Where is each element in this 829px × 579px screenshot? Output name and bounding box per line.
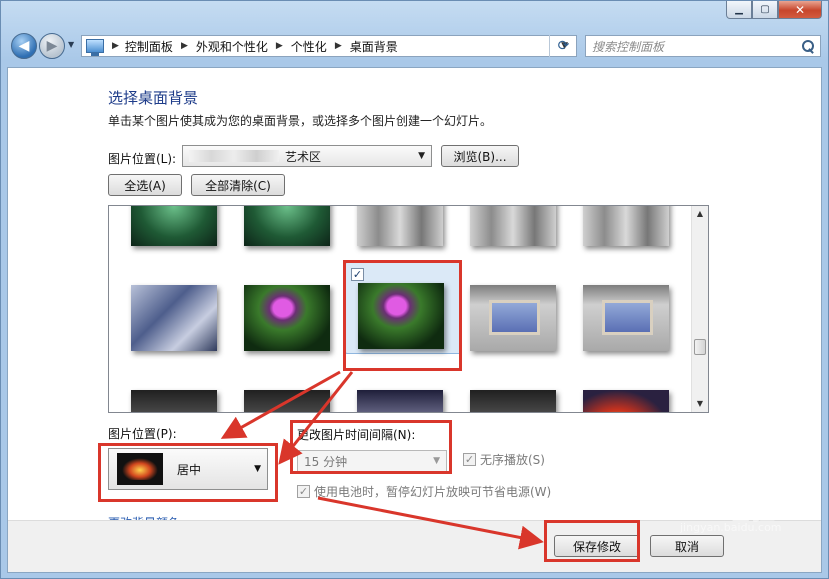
forward-button[interactable]: ▶ — [39, 33, 65, 59]
control-panel-icon — [86, 39, 104, 56]
picture-location-label: 图片位置(L): — [108, 152, 177, 166]
picture-thumbnail[interactable] — [470, 285, 556, 351]
gallery-scrollbar[interactable]: ▲ ▼ — [691, 206, 708, 412]
chevron-right-icon[interactable]: ▶ — [276, 41, 283, 51]
watermark-url: jingyan.baidu.com — [680, 521, 782, 534]
chevron-down-icon: ▼ — [433, 456, 440, 466]
picture-thumbnail[interactable] — [131, 390, 217, 412]
breadcrumb-appearance[interactable]: 外观和个性化 — [196, 38, 268, 55]
address-bar[interactable]: ▶ 控制面板 ▶ 外观和个性化 ▶ 个性化 ▶ 桌面背景 ▼ — [81, 35, 577, 57]
chevron-right-icon[interactable]: ▶ — [112, 41, 119, 51]
breadcrumb-personalization[interactable]: 个性化 — [291, 38, 327, 55]
picture-thumbnail[interactable] — [244, 206, 330, 246]
scroll-up-icon[interactable]: ▲ — [692, 206, 708, 222]
picture-position-value: 居中 — [177, 462, 202, 477]
scroll-down-icon[interactable]: ▼ — [692, 396, 708, 412]
picture-location-value: 艺术区 — [285, 149, 322, 164]
obscured-path — [189, 150, 279, 162]
picture-position-select[interactable]: 居中 ▼ — [108, 448, 268, 490]
position-preview-image — [117, 453, 163, 485]
refresh-icon: ⟳ — [557, 38, 570, 54]
breadcrumb-control-panel[interactable]: 控制面板 — [125, 38, 173, 55]
page-description: 单击某个图片使其成为您的桌面背景，或选择多个图片创建一个幻灯片。 — [108, 114, 493, 128]
interval-label: 更改图片时间间隔(N): — [297, 428, 416, 442]
interval-select[interactable]: 15 分钟 ▼ — [297, 450, 447, 472]
caption-buttons: ▁ ▢ ✕ — [726, 1, 822, 19]
arrow-left-icon: ◀ — [18, 38, 30, 54]
close-button[interactable]: ✕ — [778, 1, 822, 19]
picture-thumbnail-selected[interactable] — [358, 283, 444, 349]
page-title: 选择桌面背景 — [108, 89, 199, 107]
picture-thumbnail[interactable] — [583, 390, 669, 412]
picture-gallery[interactable]: ✓ ▲ ▼ — [108, 205, 709, 413]
select-all-button[interactable]: 全选(A) — [108, 174, 182, 196]
interval-value: 15 分钟 — [304, 454, 348, 469]
chevron-down-icon: ▼ — [254, 464, 261, 474]
battery-checkbox[interactable]: ✓ — [297, 485, 310, 498]
chevron-right-icon[interactable]: ▶ — [335, 41, 342, 51]
picture-thumbnail[interactable] — [244, 285, 330, 351]
battery-label: 使用电池时，暂停幻灯片放映可节省电源(W) — [314, 485, 552, 499]
minimize-button[interactable]: ▁ — [726, 1, 752, 19]
scrollbar-thumb[interactable] — [694, 339, 706, 355]
browse-button[interactable]: 浏览(B)... — [441, 145, 519, 167]
picture-thumbnail[interactable] — [131, 285, 217, 351]
arrow-right-icon: ▶ — [46, 38, 58, 54]
picture-thumbnail[interactable] — [470, 390, 556, 412]
picture-thumbnail[interactable] — [583, 206, 669, 246]
cancel-button[interactable]: 取消 — [650, 535, 724, 557]
picture-thumbnail[interactable] — [470, 206, 556, 246]
search-input[interactable]: 搜索控制面板 — [592, 38, 664, 55]
save-changes-button[interactable]: 保存修改 — [554, 535, 640, 557]
shuffle-checkbox[interactable]: ✓ — [463, 453, 476, 466]
clear-all-button[interactable]: 全部清除(C) — [191, 174, 285, 196]
maximize-button[interactable]: ▢ — [752, 1, 778, 19]
chevron-right-icon[interactable]: ▶ — [181, 41, 188, 51]
recent-pages-dropdown[interactable]: ▼ — [68, 40, 74, 49]
picture-position-label: 图片位置(P): — [108, 427, 177, 441]
picture-thumbnail[interactable] — [583, 285, 669, 351]
navigation-bar: ◀ ▶ ▼ ▶ 控制面板 ▶ 外观和个性化 ▶ 个性化 ▶ 桌面背景 ▼ ⟳ 搜… — [9, 31, 821, 61]
refresh-button[interactable]: ⟳ — [549, 35, 577, 57]
picture-checkbox[interactable]: ✓ — [351, 268, 364, 281]
picture-thumbnail[interactable] — [357, 390, 443, 412]
selected-picture-tile[interactable]: ✓ — [345, 262, 461, 354]
picture-thumbnail[interactable] — [244, 390, 330, 412]
breadcrumb-desktop-background[interactable]: 桌面背景 — [350, 38, 398, 55]
shuffle-label: 无序播放(S) — [480, 453, 545, 467]
search-box[interactable]: 搜索控制面板 — [585, 35, 821, 57]
search-icon[interactable] — [802, 40, 814, 52]
picture-location-select[interactable]: 艺术区 ▼ — [182, 145, 432, 167]
picture-thumbnail[interactable] — [357, 206, 443, 246]
chevron-down-icon: ▼ — [418, 151, 425, 161]
picture-thumbnail[interactable] — [131, 206, 217, 246]
baidu-watermark: Baidu经验 jingyan.baidu.com — [640, 490, 782, 534]
back-button[interactable]: ◀ — [11, 33, 37, 59]
